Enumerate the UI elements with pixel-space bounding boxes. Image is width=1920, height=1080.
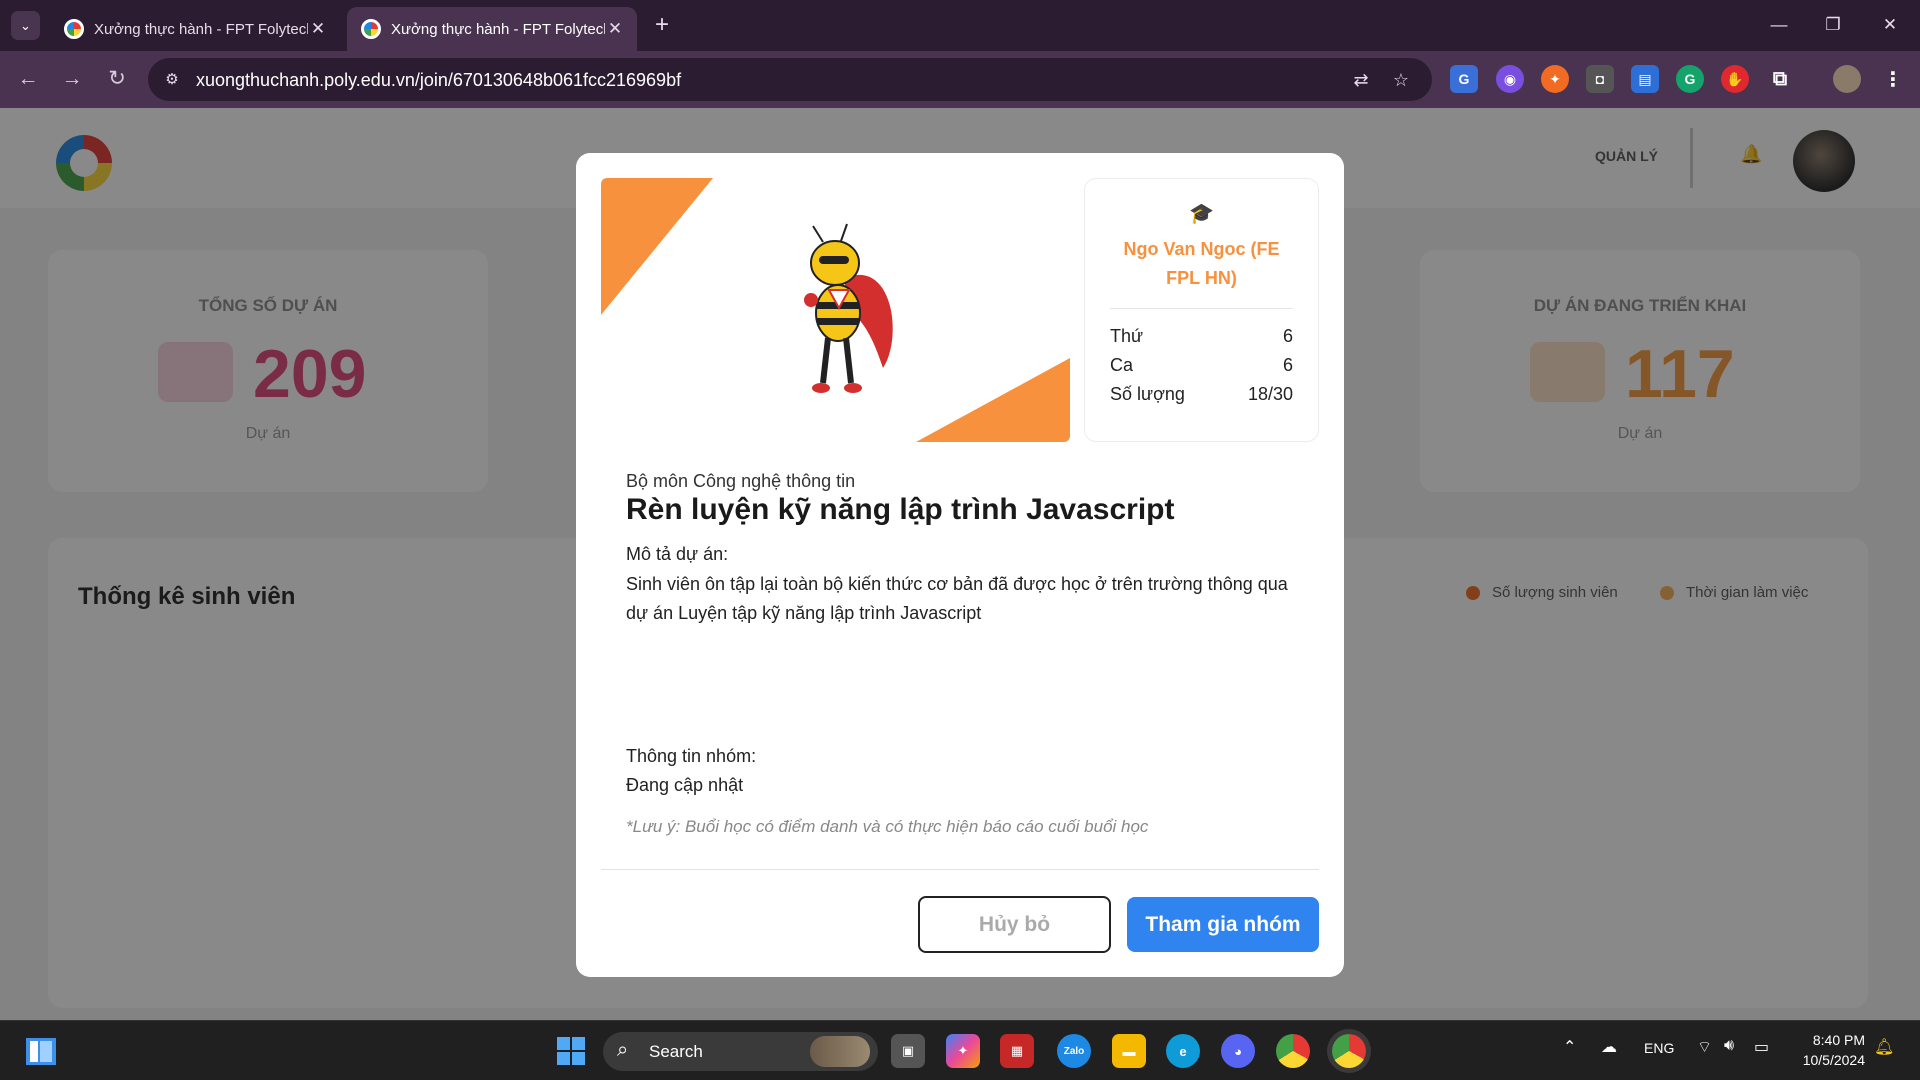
reload-icon[interactable]: ↻ (100, 62, 134, 96)
language-indicator[interactable]: ENG (1644, 1040, 1674, 1056)
onedrive-icon[interactable]: ☁ (1601, 1037, 1617, 1057)
address-bar[interactable]: ⚙ xuongthuchanh.poly.edu.vn/join/6701306… (148, 58, 1432, 101)
wifi-icon[interactable]: ⌔ (1697, 1037, 1712, 1057)
description-label: Mô tả dự án: (626, 544, 729, 564)
browser-tab-active[interactable]: Xưởng thực hành - FPT Folytech ✕ (347, 7, 637, 51)
zalo-icon[interactable]: Zalo (1057, 1034, 1091, 1068)
info-row-quantity: Số lượng 18/30 (1110, 384, 1293, 405)
chrome-icon[interactable] (1276, 1034, 1310, 1068)
bee-mascot-icon (804, 223, 893, 393)
site-favicon-icon (64, 19, 84, 39)
minimize-icon[interactable]: — (1757, 10, 1801, 40)
info-row-shift: Ca 6 (1110, 355, 1293, 376)
browser-tab[interactable]: Xưởng thực hành - FPT Folytech ✕ (50, 7, 340, 51)
project-banner (601, 178, 1070, 442)
tab-title: Xưởng thực hành - FPT Folytech (391, 20, 605, 38)
discord-icon[interactable]: ◕ (1221, 1034, 1255, 1068)
edge-icon[interactable]: e (1166, 1034, 1200, 1068)
group-info-value: Đang cập nhật (626, 775, 744, 795)
extensions-icon[interactable]: ⧉ (1766, 65, 1794, 93)
site-favicon-icon (361, 19, 381, 39)
file-explorer-icon[interactable]: ▬ (1112, 1034, 1146, 1068)
info-label: Số lượng (1110, 384, 1185, 404)
notification-bell-icon[interactable]: 🔔︎ (1874, 1037, 1894, 1057)
clock-date: 10/5/2024 (1802, 1052, 1865, 1068)
info-label: Thứ (1110, 326, 1144, 346)
search-highlight-image (810, 1036, 870, 1067)
tab-search-button[interactable]: ⌄ (11, 11, 40, 40)
clock[interactable]: 8:40 PM 10/5/2024 (1795, 1030, 1865, 1070)
group-info-label: Thông tin nhóm: (626, 746, 757, 766)
docs-extension-icon[interactable]: ▤ (1631, 65, 1659, 93)
qr-app-icon[interactable]: ▦ (1000, 1034, 1034, 1068)
close-window-icon[interactable]: ✕ (1868, 10, 1912, 40)
grammarly-icon[interactable]: G (1676, 65, 1704, 93)
teacher-name: Ngo Van Ngoc (FE FPL HN) (1123, 239, 1280, 288)
cancel-button[interactable]: Hủy bỏ (918, 896, 1111, 953)
join-group-button[interactable]: Tham gia nhóm (1127, 897, 1319, 952)
url-text[interactable]: xuongthuchanh.poly.edu.vn/join/670130648… (196, 70, 681, 91)
more-menu-icon[interactable]: ⋮ (1879, 65, 1907, 93)
start-menu-icon[interactable] (557, 1037, 586, 1066)
restore-icon[interactable]: ❐ (1811, 10, 1855, 40)
camera-extension-icon[interactable]: ◘ (1586, 65, 1614, 93)
site-info-icon[interactable]: ⚙ (160, 68, 184, 92)
info-value: 6 (1282, 326, 1293, 346)
tray-chevron-icon[interactable]: ⌃ (1563, 1037, 1576, 1057)
project-title: Rèn luyện kỹ năng lập trình Javascript (626, 493, 1175, 526)
browser-toolbar: ← → ↻ ⚙ xuongthuchanh.poly.edu.vn/join/6… (0, 51, 1920, 108)
info-value: 6 (1282, 355, 1293, 375)
info-value: 18/30 (1247, 384, 1293, 404)
windows-taskbar: ⌕ Search ▣ ✦ ▦ Zalo ▬ e ◕ ⌃ ☁ ENG ⌔ 🔊︎ ▭… (0, 1020, 1920, 1080)
join-group-modal: 🎓 Ngo Van Ngoc (FE FPL HN) Thứ 6 Ca 6 Số… (576, 153, 1344, 977)
stop-extension-icon[interactable]: ✋ (1721, 65, 1749, 93)
description-text: Sinh viên ôn tập lại toàn bộ kiến thức c… (626, 574, 1288, 623)
graduation-cap-icon: 🎓 (1189, 203, 1214, 225)
search-label: Search (649, 1042, 703, 1061)
chrome-profile-icon[interactable] (1332, 1034, 1366, 1068)
translate-icon[interactable]: ⇄ (1348, 67, 1374, 93)
brain-extension-icon[interactable]: ◉ (1496, 65, 1524, 93)
forward-icon[interactable]: → (55, 62, 89, 96)
close-tab-icon[interactable]: ✕ (605, 19, 625, 39)
modal-divider (601, 869, 1319, 870)
fire-extension-icon[interactable]: ✦ (1541, 65, 1569, 93)
tab-title: Xưởng thực hành - FPT Folytech (94, 20, 308, 38)
volume-icon[interactable]: 🔊︎ (1724, 1037, 1734, 1055)
close-tab-icon[interactable]: ✕ (308, 19, 328, 39)
schedule-info-card: 🎓 Ngo Van Ngoc (FE FPL HN) Thứ 6 Ca 6 Số… (1084, 178, 1319, 442)
info-label: Ca (1110, 355, 1134, 375)
clock-time: 8:40 PM (1812, 1032, 1865, 1048)
translate-extension-icon[interactable]: G (1450, 65, 1478, 93)
profile-avatar[interactable] (1833, 65, 1861, 93)
attendance-note: *Lưu ý: Buổi học có điểm danh và có thực… (626, 817, 1149, 836)
taskbar-search[interactable]: ⌕ Search (603, 1032, 878, 1071)
info-row-day: Thứ 6 (1110, 326, 1293, 347)
task-view-icon[interactable]: ▣ (891, 1034, 925, 1068)
bookmark-star-icon[interactable]: ☆ (1388, 67, 1414, 93)
new-tab-button[interactable]: + (650, 10, 674, 40)
back-icon[interactable]: ← (11, 62, 45, 96)
battery-icon[interactable]: ▭ (1754, 1037, 1769, 1057)
department-name: Bộ môn Công nghệ thông tin (626, 471, 856, 491)
info-divider (1110, 308, 1293, 309)
copilot-icon[interactable]: ✦ (946, 1034, 980, 1068)
windows-start-icon[interactable] (26, 1038, 56, 1065)
search-icon: ⌕ (617, 1039, 629, 1061)
browser-tab-bar: ⌄ Xưởng thực hành - FPT Folytech ✕ Xưởng… (0, 0, 1920, 51)
